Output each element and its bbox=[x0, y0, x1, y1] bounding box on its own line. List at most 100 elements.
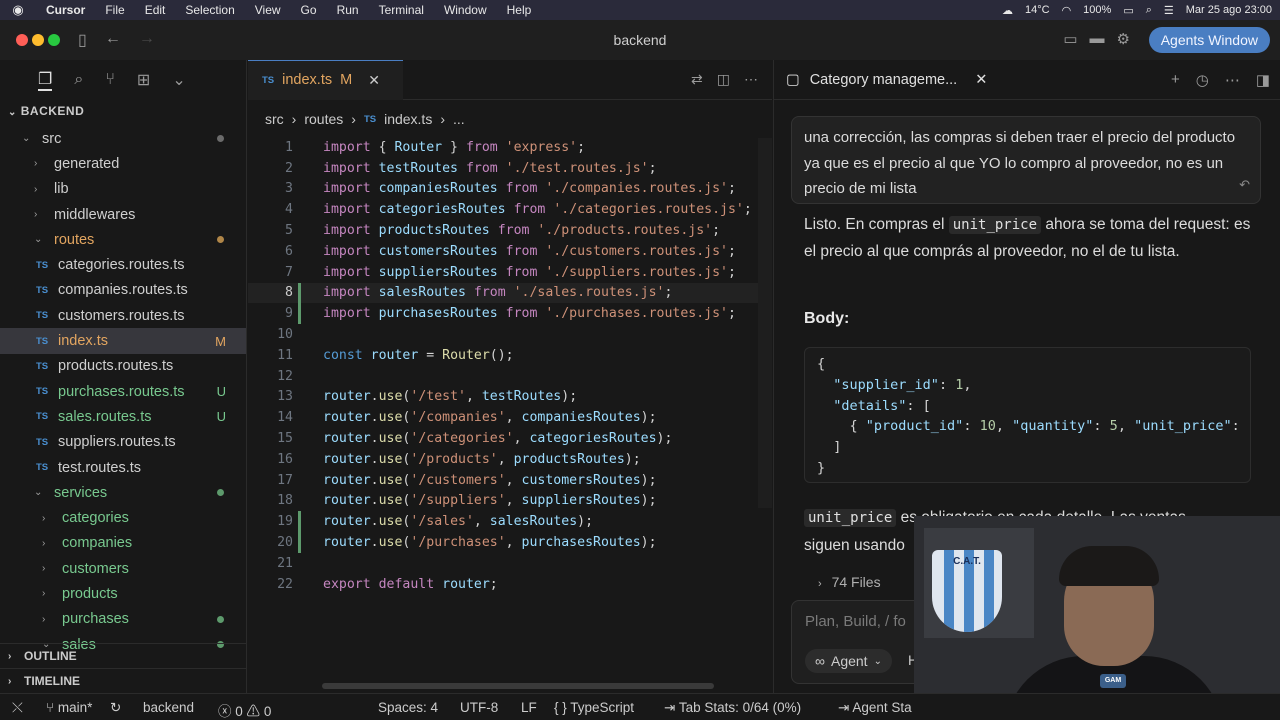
menu-run[interactable]: Run bbox=[327, 3, 369, 17]
code-line[interactable]: 21 bbox=[248, 553, 772, 574]
more-actions-icon[interactable]: ⋯ bbox=[744, 71, 758, 88]
outline-section[interactable]: › OUTLINE bbox=[0, 643, 247, 668]
tree-item[interactable]: › lib bbox=[0, 177, 246, 202]
code-line[interactable]: 2 import testRoutes from './test.routes.j… bbox=[248, 158, 772, 179]
horizontal-scrollbar[interactable] bbox=[322, 683, 714, 689]
sync-icon[interactable]: ↻ bbox=[110, 700, 121, 716]
branch-indicator[interactable]: ⑂ main* bbox=[46, 700, 92, 715]
project-name[interactable]: backend bbox=[143, 700, 194, 715]
tree-item[interactable]: › generated bbox=[0, 151, 246, 176]
remote-icon[interactable]: ⤬ bbox=[12, 700, 23, 716]
new-chat-icon[interactable]: + bbox=[1171, 71, 1180, 89]
tree-item[interactable]: ⌄ services bbox=[0, 480, 246, 505]
apple-icon[interactable]: ◉ bbox=[0, 2, 36, 18]
menu-cursor[interactable]: Cursor bbox=[36, 3, 95, 17]
tree-item[interactable]: TS sales.routes.ts U bbox=[0, 404, 246, 429]
tree-item[interactable]: › purchases bbox=[0, 607, 246, 632]
close-icon[interactable]: ✕ bbox=[368, 72, 380, 89]
menu-edit[interactable]: Edit bbox=[135, 3, 176, 17]
split-editor-icon[interactable]: ◫ bbox=[717, 71, 730, 88]
code-line[interactable]: 13 router.use('/test', testRoutes); bbox=[248, 387, 772, 408]
gear-icon[interactable]: ⚙ bbox=[1117, 30, 1130, 48]
tree-item[interactable]: ⌄ src bbox=[0, 126, 246, 151]
code-line[interactable]: 17 router.use('/customers', customersRout… bbox=[248, 470, 772, 491]
tree-item[interactable]: TS products.routes.ts bbox=[0, 354, 246, 379]
code-line[interactable]: 11 const router = Router(); bbox=[248, 345, 772, 366]
source-control-icon[interactable]: ⑂ bbox=[105, 71, 115, 89]
code-line[interactable]: 7 import suppliersRoutes from './supplier… bbox=[248, 262, 772, 283]
menu-help[interactable]: Help bbox=[497, 3, 542, 17]
search-icon[interactable]: ⌕ bbox=[74, 71, 83, 89]
agents-window-button[interactable]: Agents Window bbox=[1148, 27, 1270, 53]
code-line[interactable]: 10 bbox=[248, 324, 772, 345]
files-icon[interactable]: ❐ bbox=[38, 69, 53, 91]
code-line[interactable]: 19 router.use('/sales', salesRoutes); bbox=[248, 511, 772, 533]
explorer-header[interactable]: ⌄ BACKEND bbox=[0, 100, 246, 126]
extensions-icon[interactable]: ⊞ bbox=[137, 70, 150, 90]
user-message[interactable]: una corrección, las compras si deben tra… bbox=[791, 116, 1261, 204]
code-line[interactable]: 14 router.use('/companies', companiesRout… bbox=[248, 407, 772, 428]
tree-item[interactable]: TS categories.routes.ts bbox=[0, 252, 246, 277]
search-icon[interactable]: ⌕ bbox=[1146, 4, 1152, 17]
chat-title[interactable]: Category manageme... bbox=[810, 72, 958, 88]
clock-text[interactable]: Mar 25 ago 23:00 bbox=[1186, 4, 1272, 16]
tree-item[interactable]: › companies bbox=[0, 531, 246, 556]
code-line[interactable]: 12 bbox=[248, 366, 772, 387]
menu-go[interactable]: Go bbox=[291, 3, 327, 17]
layout-icon[interactable]: ▭ bbox=[1063, 30, 1077, 48]
menu-selection[interactable]: Selection bbox=[175, 3, 244, 17]
agent-status[interactable]: ⇥ Agent Sta bbox=[838, 700, 912, 716]
eol-setting[interactable]: LF bbox=[521, 700, 537, 715]
code-line[interactable]: 3 import companiesRoutes from './companie… bbox=[248, 179, 772, 200]
editor-minimap[interactable] bbox=[758, 138, 772, 508]
code-line[interactable]: 15 router.use('/categories', categoriesRo… bbox=[248, 428, 772, 449]
chat-bubble-icon[interactable]: ▬ bbox=[1090, 30, 1105, 48]
indentation-setting[interactable]: Spaces: 4 bbox=[378, 700, 438, 715]
menu-window[interactable]: Window bbox=[434, 3, 497, 17]
breadcrumb-more[interactable]: ... bbox=[453, 111, 465, 127]
timeline-section[interactable]: › TIMELINE bbox=[0, 668, 247, 693]
code-line[interactable]: 9 import purchasesRoutes from './purchase… bbox=[248, 303, 772, 325]
tree-item[interactable]: › middlewares bbox=[0, 202, 246, 227]
compare-icon[interactable]: ⇄ bbox=[691, 71, 703, 88]
tree-item[interactable]: TS customers.routes.ts bbox=[0, 303, 246, 328]
code-line[interactable]: 6 import customersRoutes from './customer… bbox=[248, 241, 772, 262]
revert-icon[interactable]: ↶ bbox=[1239, 172, 1250, 198]
code-line[interactable]: 4 import categoriesRoutes from './categor… bbox=[248, 199, 772, 220]
agent-mode-button[interactable]: ∞ Agent ⌄ bbox=[805, 649, 892, 673]
chevron-down-icon[interactable]: ⌄ bbox=[172, 70, 185, 90]
tree-item[interactable]: TS purchases.routes.ts U bbox=[0, 379, 246, 404]
breadcrumb-file[interactable]: index.ts bbox=[384, 111, 432, 127]
tree-item[interactable]: TS test.routes.ts bbox=[0, 455, 246, 480]
menu-terminal[interactable]: Terminal bbox=[369, 3, 434, 17]
code-line[interactable]: 22 export default router; bbox=[248, 574, 772, 595]
tree-item[interactable]: › customers bbox=[0, 556, 246, 581]
tree-item[interactable]: › products bbox=[0, 581, 246, 606]
menu-view[interactable]: View bbox=[245, 3, 291, 17]
tree-item[interactable]: TS suppliers.routes.ts bbox=[0, 430, 246, 455]
tree-item[interactable]: TS companies.routes.ts bbox=[0, 278, 246, 303]
tree-item[interactable]: › categories bbox=[0, 505, 246, 530]
code-line[interactable]: 16 router.use('/products', productsRoutes… bbox=[248, 449, 772, 470]
code-line[interactable]: 5 import productsRoutes from './products.… bbox=[248, 220, 772, 241]
code-line[interactable]: 18 router.use('/suppliers', suppliersRout… bbox=[248, 491, 772, 512]
code-line[interactable]: 1 import { Router } from 'express'; bbox=[248, 137, 772, 158]
weather-icon[interactable]: ☁ bbox=[1002, 4, 1013, 17]
history-icon[interactable]: ◷ bbox=[1196, 71, 1209, 89]
code-area[interactable]: 1 import { Router } from 'express'; 2 impor… bbox=[248, 137, 772, 595]
wifi-icon[interactable]: ◠ bbox=[1062, 4, 1072, 17]
language-mode[interactable]: { } TypeScript bbox=[554, 700, 634, 715]
tree-item[interactable]: ⌄ routes bbox=[0, 227, 246, 252]
problems-indicator[interactable]: ⓧ 0 ⚠ 0 bbox=[218, 700, 271, 720]
toggle-panel-icon[interactable]: ◨ bbox=[1256, 71, 1270, 89]
json-code-block[interactable]: { "supplier_id": 1, "details": [ { "prod… bbox=[804, 347, 1251, 483]
tab-index-ts[interactable]: TS index.ts M ✕ bbox=[248, 59, 403, 100]
breadcrumb-routes[interactable]: routes bbox=[304, 111, 343, 127]
close-icon[interactable]: ✕ bbox=[975, 72, 987, 88]
code-line[interactable]: 20 router.use('/purchases', purchasesRout… bbox=[248, 532, 772, 553]
battery-icon[interactable]: ▭ bbox=[1123, 4, 1133, 17]
tree-item[interactable]: TS index.ts M bbox=[0, 328, 246, 354]
encoding-setting[interactable]: UTF-8 bbox=[460, 700, 498, 715]
files-changed-toggle[interactable]: › 74 Files bbox=[818, 574, 881, 590]
tab-stats[interactable]: ⇥ Tab Stats: 0/64 (0%) bbox=[664, 700, 801, 716]
